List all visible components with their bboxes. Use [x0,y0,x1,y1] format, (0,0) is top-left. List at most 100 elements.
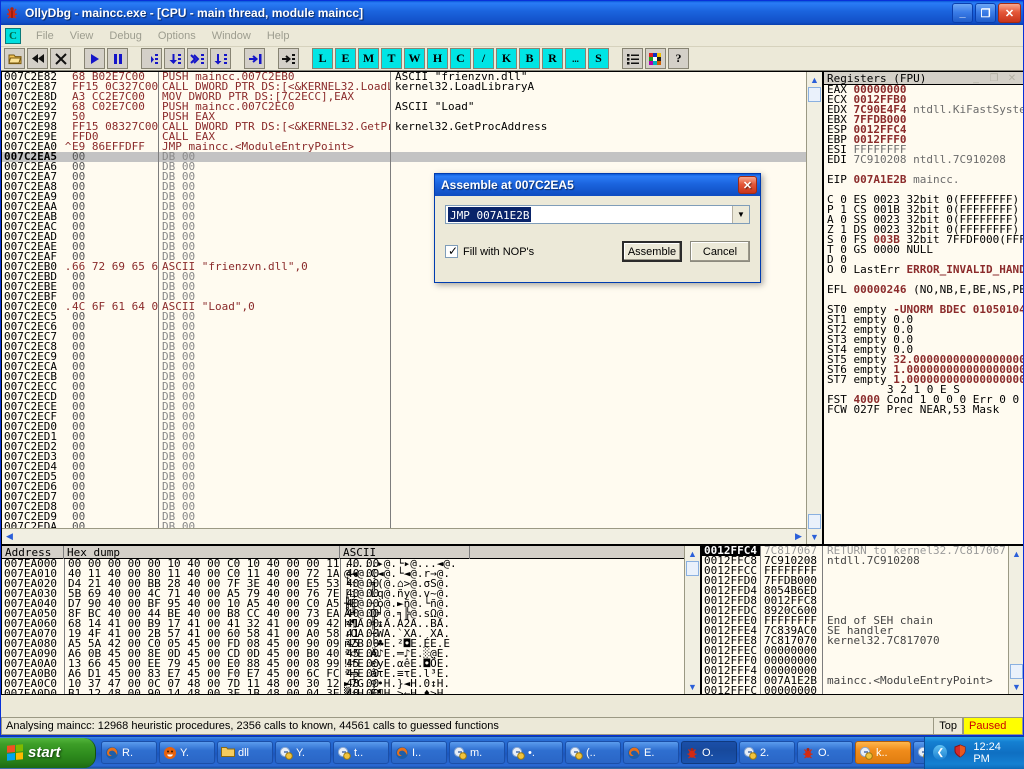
mdi-restore-button[interactable]: ❐ [986,72,1002,86]
assemble-dialog[interactable]: Assemble at 007C2EA5 ✕ JMP 007A1E2B ▼ ✓ … [434,173,761,283]
trace-over-button[interactable] [210,48,231,69]
stack-rows[interactable]: 0012FFC47C817067RETURN to kernel32.7C817… [702,546,1008,694]
scroll-right-icon[interactable]: ▶ [791,529,806,544]
chevron-left-icon[interactable]: ❮ [933,745,947,760]
help-button[interactable]: ? [668,48,689,69]
flag-t[interactable]: T 0 GS 0000 NULL [824,245,1023,255]
scroll-left-icon[interactable]: ◀ [2,529,17,544]
disassembly-row[interactable]: 007C2EC0.4C 6F 61 64 00ASCII "Load",0 [2,302,806,312]
taskbar-item[interactable]: R. [101,741,157,764]
memory-dump-pane[interactable]: Address Hex dump ASCII 007EA00000 00 00 … [1,545,701,695]
register-eip[interactable]: EIP 007A1E2B maincc. [824,175,1023,185]
close-button[interactable]: ✕ [998,3,1021,23]
disassembly-row[interactable]: 007C2ECF00DB 00 [2,412,806,422]
taskbar-item[interactable]: •. [507,741,563,764]
disassembly-row[interactable]: 007C2E9EFFD0CALL EAX [2,132,806,142]
disassembly-row[interactable]: 007C2ECD00DB 00 [2,392,806,402]
menu-item-debug[interactable]: Debug [101,28,149,44]
run-trace-button[interactable]: ... [565,48,586,69]
pause-button[interactable] [107,48,128,69]
stack-pane[interactable]: 0012FFC47C817067RETURN to kernel32.7C817… [701,545,1023,695]
log-window-button[interactable]: L [312,48,333,69]
menu-item-help[interactable]: Help [259,28,298,44]
executable-modules-button[interactable]: E [335,48,356,69]
dump-scroll-thumb[interactable] [686,561,699,576]
fpu-fcw[interactable]: FCW 027F Prec NEAR,53 Mask [824,405,1023,415]
security-icon[interactable] [953,744,967,761]
taskbar-item[interactable]: (.. [565,741,621,764]
disassembly-hscrollbar[interactable]: ◀ ▶ [2,528,806,544]
disassembly-row[interactable]: 007C2E8268 B02E7C00PUSH maincc.007C2EB0A… [2,72,806,82]
chevron-down-icon[interactable]: ▼ [732,206,749,223]
taskbar-item[interactable]: t.. [333,741,389,764]
scroll-down-icon[interactable]: ▼ [807,529,822,544]
breakpoints-button[interactable]: B [519,48,540,69]
step-into-button[interactable] [141,48,162,69]
disassembly-row[interactable]: 007C2EC600DB 00 [2,322,806,332]
disassembly-row[interactable]: 007C2EA0^E9 86EFFDFFJMP maincc.<ModuleEn… [2,142,806,152]
options-list-button[interactable] [622,48,643,69]
mdi-minimize-button[interactable]: _ [968,72,984,86]
disassembly-row[interactable]: 007C2ED100DB 00 [2,432,806,442]
stack-scroll-thumb[interactable] [1010,664,1023,679]
flag-o[interactable]: O 0 LastErr ERROR_INVALID_HANDLE [824,265,1023,275]
taskbar-item[interactable]: k.. [855,741,911,764]
source-button[interactable]: S [588,48,609,69]
disassembly-row[interactable]: 007C2ECA00DB 00 [2,362,806,372]
taskbar-item[interactable]: Y. [275,741,331,764]
stack-vscrollbar[interactable]: ▲ ▼ [1008,546,1023,694]
disassembly-row[interactable]: 007C2ED200DB 00 [2,442,806,452]
disassembly-row[interactable]: 007C2ED000DB 00 [2,422,806,432]
disassembly-row[interactable]: 007C2ED800DB 00 [2,502,806,512]
registers-pane[interactable]: Registers (FPU) EAX 00000000 ECX 0012FFB… [823,71,1023,545]
taskbar-clock[interactable]: 12:24 PM [973,741,1017,765]
dump-rows[interactable]: 007EA00000 00 00 00 00 10 40 00 C0 10 40… [2,559,684,694]
disassembly-row[interactable]: 007C2EC500DB 00 [2,312,806,322]
taskbar-item[interactable]: O. [797,741,853,764]
threads-button[interactable]: T [381,48,402,69]
taskbar-item[interactable]: N. [913,741,924,764]
patches-button[interactable]: / [473,48,494,69]
stack-scroll-down-icon[interactable]: ▼ [1009,679,1023,694]
stack-scroll-up-icon[interactable]: ▲ [1009,546,1023,561]
cpu-button[interactable]: C [450,48,471,69]
disassembly-scroll-thumb[interactable] [808,87,821,102]
disassembly-pane[interactable]: 007C2E8268 B02E7C00PUSH maincc.007C2EB0A… [1,71,823,545]
disassembly-row[interactable]: 007C2EBE00DB 00 [2,282,806,292]
disassembly-row[interactable]: 007C2ECC00DB 00 [2,382,806,392]
dump-scroll-down-icon[interactable]: ▼ [685,679,700,694]
taskbar-item[interactable]: Y. [159,741,215,764]
disassembly-row[interactable]: 007C2E9268 C02E7C00PUSH maincc.007C2EC0A… [2,102,806,112]
menu-item-view[interactable]: View [62,28,102,44]
disassembly-row[interactable]: 007C2E9750PUSH EAX [2,112,806,122]
execute-till-return-button[interactable] [244,48,265,69]
disassembly-row[interactable]: 007C2EC900DB 00 [2,352,806,362]
title-bar[interactable]: OllyDbg - maincc.exe - [CPU - main threa… [1,1,1023,25]
mdi-close-button[interactable]: ✕ [1004,72,1020,86]
restore-button[interactable]: ❐ [975,3,996,23]
cpu-window-icon[interactable]: C [5,28,21,44]
appearance-button[interactable] [645,48,666,69]
trace-into-button[interactable] [187,48,208,69]
disassembly-row[interactable]: 007C2EC700DB 00 [2,332,806,342]
assemble-input-wrap[interactable]: JMP 007A1E2B [446,206,732,223]
disassembly-row[interactable]: 007C2ED400DB 00 [2,462,806,472]
taskbar-item[interactable]: O. [681,741,737,764]
disassembly-row[interactable]: 007C2E87FF15 0C327C00CALL DWORD PTR DS:[… [2,82,806,92]
disassembly-row[interactable]: 007C2E8DA3 CC2E7C00MOV DWORD PTR DS:[7C2… [2,92,806,102]
close-program-button[interactable] [50,48,71,69]
disassembly-row[interactable]: 007C2EBF00DB 00 [2,292,806,302]
menu-item-file[interactable]: File [28,28,62,44]
dump-vscrollbar[interactable]: ▲ ▼ [684,546,700,694]
menu-item-window[interactable]: Window [204,28,259,44]
disassembly-row[interactable]: 007C2ED500DB 00 [2,472,806,482]
disassembly-row[interactable]: 007C2ED300DB 00 [2,452,806,462]
disassembly-row[interactable]: 007C2E98FF15 08327C00CALL DWORD PTR DS:[… [2,122,806,132]
call-stack-button[interactable]: K [496,48,517,69]
references-button[interactable]: R [542,48,563,69]
handles-button[interactable]: H [427,48,448,69]
taskbar-item[interactable]: dll [217,741,273,764]
stack-row[interactable]: 0012FFFC00000000 [702,686,1008,694]
step-over-button[interactable] [164,48,185,69]
assemble-input[interactable]: JMP 007A1E2B [448,207,531,222]
